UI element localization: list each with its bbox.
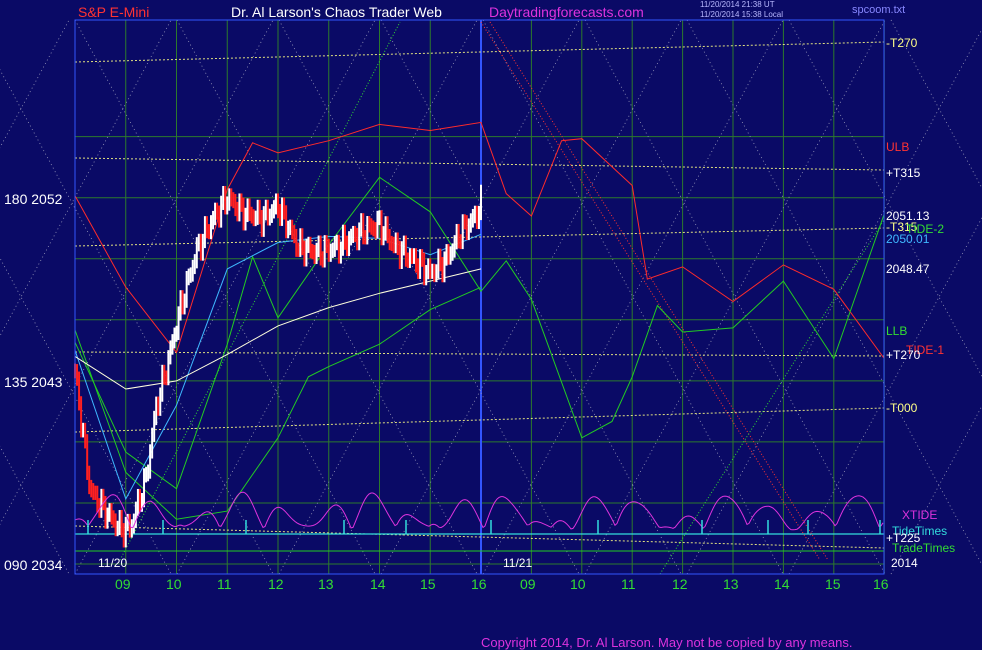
x-tick-label-d2-12: 12 bbox=[672, 576, 688, 592]
x-tick-label-d2-16: 16 bbox=[873, 576, 889, 592]
x-tick-label-d1-10: 10 bbox=[166, 576, 182, 592]
y-tick-label-2052: 180 2052 bbox=[4, 191, 63, 207]
plot-border bbox=[74, 19, 885, 575]
trend-line-red bbox=[489, 21, 829, 561]
x-tick-label-d1-13: 13 bbox=[318, 576, 334, 592]
x-tick-label-d1-11: 11 bbox=[217, 576, 232, 592]
date-label-1: 11/20 bbox=[98, 556, 128, 570]
grid bbox=[75, 20, 885, 574]
series-lines bbox=[74, 121, 885, 520]
chart-svg bbox=[0, 19, 982, 575]
label-t270-top: -T270 bbox=[886, 36, 918, 50]
label-llb: LLB bbox=[886, 324, 908, 338]
x-tick-label-d2-10: 10 bbox=[570, 576, 586, 592]
symbol-title: S&P E-Mini bbox=[78, 4, 150, 20]
y-tick-label-2043: 135 2043 bbox=[4, 374, 63, 390]
site-link[interactable]: Daytradingforecasts.com bbox=[489, 4, 644, 20]
year-label: 2014 bbox=[891, 556, 918, 570]
file-name: spcoom.txt bbox=[852, 4, 906, 16]
date-label-2: 11/21 bbox=[503, 556, 533, 570]
label-ulb: ULB bbox=[886, 140, 910, 154]
flux-level bbox=[74, 41, 885, 63]
label-price-low: 2048.47 bbox=[886, 262, 930, 276]
flux-lines bbox=[0, 19, 982, 575]
label-tradetimes: TradeTimes bbox=[892, 541, 956, 555]
label-price-mid: 2050.01 bbox=[886, 232, 930, 246]
flux-diagonal bbox=[890, 405, 982, 575]
label-t315-plus: +T315 bbox=[886, 166, 921, 180]
x-tick-label-d2-13: 13 bbox=[723, 576, 739, 592]
x-tick-label-d1-14: 14 bbox=[370, 576, 386, 592]
x-tick-label-d2-11: 11 bbox=[621, 576, 636, 592]
xtide-wave bbox=[74, 491, 884, 531]
flux-level bbox=[74, 525, 885, 549]
x-tick-label-d2-15: 15 bbox=[825, 576, 841, 592]
label-t000: -T000 bbox=[886, 401, 918, 415]
y-tick-label-2034: 090 2034 bbox=[4, 557, 63, 573]
flux-diagonal bbox=[0, 69, 274, 575]
flux-diagonal bbox=[0, 19, 70, 149]
x-tick-label-d1-09: 09 bbox=[115, 576, 131, 592]
xtide-line bbox=[74, 491, 884, 534]
time-ut: 11/20/2014 21:38 UT bbox=[700, 0, 775, 9]
flux-diagonal bbox=[686, 19, 982, 566]
flux-diagonal bbox=[788, 216, 982, 575]
flux-diagonal bbox=[0, 445, 70, 575]
trend-line-green bbox=[119, 21, 401, 561]
author-title: Dr. Al Larson's Chaos Trader Web bbox=[231, 4, 442, 20]
flux-diagonal bbox=[686, 28, 982, 575]
flux-diagonal bbox=[0, 19, 274, 525]
x-tick-label-d2-14: 14 bbox=[774, 576, 790, 592]
label-t270-plus: +T270 bbox=[886, 348, 921, 362]
x-tick-label-d2-09: 09 bbox=[520, 576, 536, 592]
flux-diagonal bbox=[890, 19, 982, 189]
flux-diagonal bbox=[788, 19, 982, 378]
label-xtide: XTIDE bbox=[902, 508, 938, 522]
time-local: 11/20/2014 15:38 Local bbox=[700, 10, 784, 19]
x-tick-label-d1-12: 12 bbox=[268, 576, 284, 592]
flux-level bbox=[74, 157, 885, 171]
copyright: Copyright 2014, Dr. Al Larson. May not b… bbox=[481, 635, 853, 650]
x-tick-label-d1-15: 15 bbox=[420, 576, 436, 592]
x-tick-label-d1-16: 16 bbox=[471, 576, 487, 592]
